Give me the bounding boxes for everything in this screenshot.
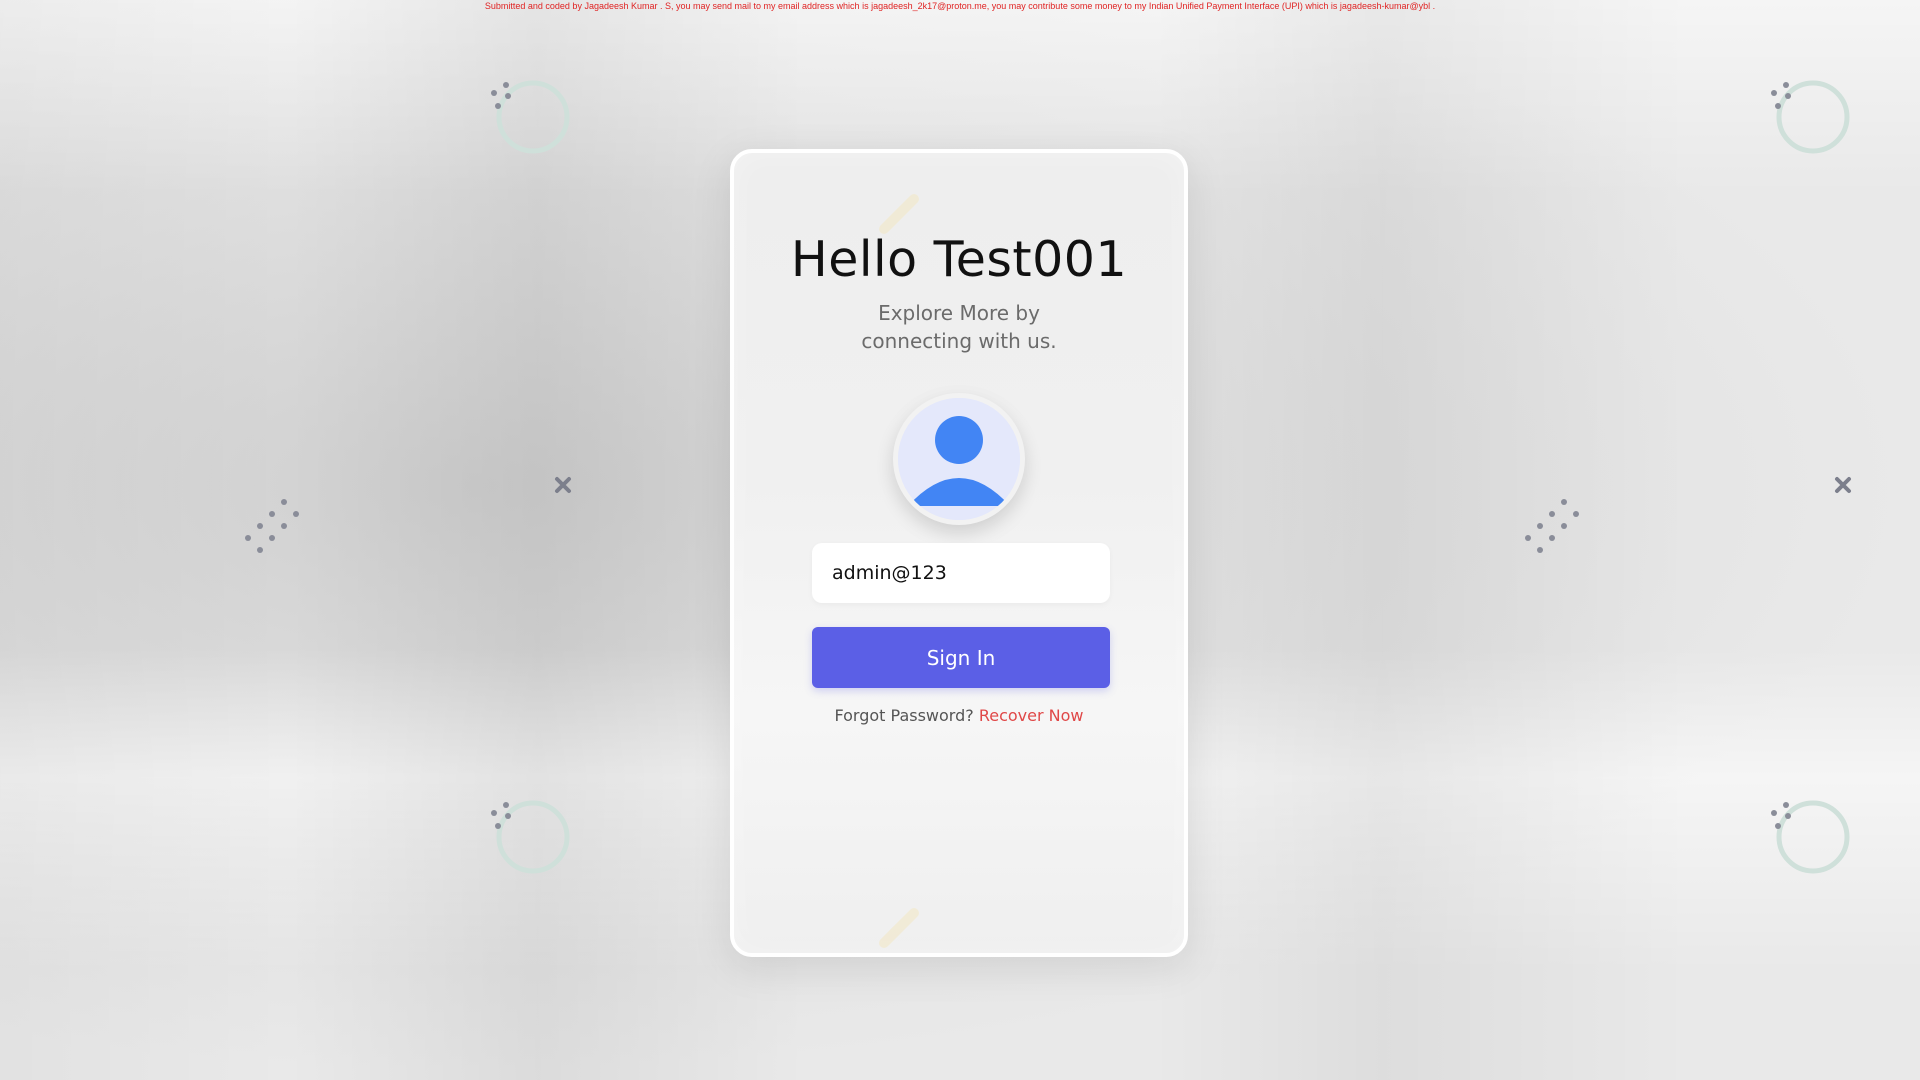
- ring-decoration-top-left: [491, 80, 570, 154]
- user-avatar-icon: [893, 393, 1025, 525]
- email-field[interactable]: [812, 543, 1110, 603]
- credit-text: Submitted and coded by Jagadeesh Kumar .…: [484, 1, 1436, 11]
- forgot-password-row: Forgot Password? Recover Now: [734, 706, 1184, 725]
- ring-decoration-bottom-left: [491, 800, 570, 874]
- greeting-subtitle: Explore More by connecting with us.: [861, 301, 1057, 353]
- recover-now-link[interactable]: Recover Now: [979, 706, 1084, 725]
- greeting-title: Hello Test001: [790, 231, 1128, 288]
- glow-decoration-bottom: [879, 908, 919, 948]
- cross-decoration-right: [1835, 477, 1851, 493]
- dots-decoration-left: [245, 499, 299, 553]
- dots-decoration-right: [1525, 499, 1579, 553]
- sign-in-button[interactable]: Sign In: [812, 627, 1110, 688]
- cross-decoration-left: [555, 477, 571, 493]
- forgot-password-text: Forgot Password?: [834, 706, 974, 725]
- login-card: Hello Test001 Explore More by connecting…: [730, 149, 1188, 957]
- ring-decoration-top-right: [1771, 80, 1850, 154]
- ring-decoration-bottom-right: [1771, 800, 1850, 874]
